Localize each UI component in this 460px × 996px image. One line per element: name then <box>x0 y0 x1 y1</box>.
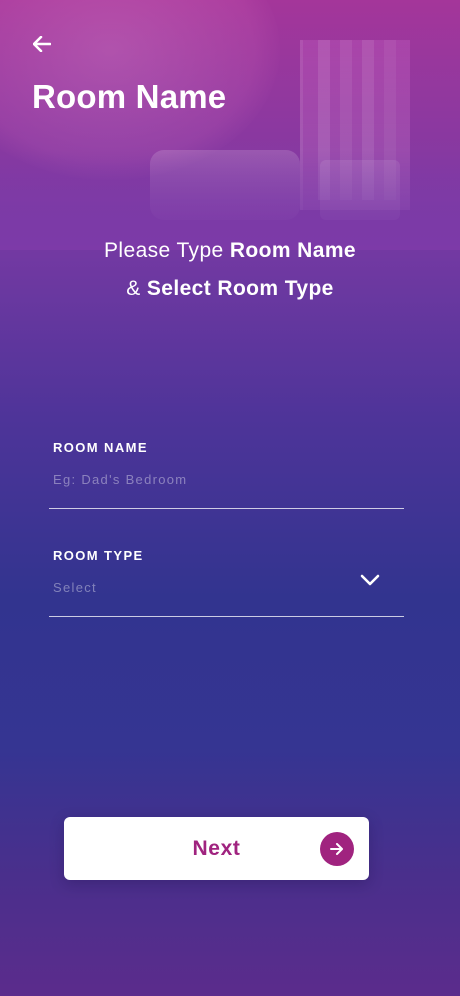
arrow-left-icon <box>33 36 51 52</box>
room-name-label: ROOM NAME <box>53 440 148 455</box>
page-title: Room Name <box>32 78 227 115</box>
arrow-right-icon <box>330 843 343 855</box>
instruction-line-2-normal: & <box>126 277 147 300</box>
chevron-down-icon[interactable] <box>358 568 382 592</box>
hero-background-image <box>0 0 460 250</box>
next-button[interactable]: Next <box>64 817 369 880</box>
room-type-selected-value: Select <box>53 580 97 595</box>
instruction-text: Please Type Room Name & Select Room Type <box>0 232 460 308</box>
instruction-line-1-bold: Room Name <box>229 239 356 262</box>
instruction-line-1-normal: Please Type <box>104 239 230 262</box>
room-type-label: ROOM TYPE <box>53 548 144 563</box>
room-name-field: ROOM NAME <box>49 440 404 509</box>
room-type-select[interactable]: ROOM TYPE Select <box>49 548 404 617</box>
instruction-line-1: Please Type Room Name <box>0 232 460 270</box>
room-name-input[interactable] <box>53 472 353 487</box>
arrow-right-circle-icon <box>320 832 354 866</box>
back-button[interactable] <box>28 30 56 58</box>
instruction-line-2: & Select Room Type <box>0 270 460 308</box>
instruction-line-2-bold: Select Room Type <box>146 277 334 300</box>
